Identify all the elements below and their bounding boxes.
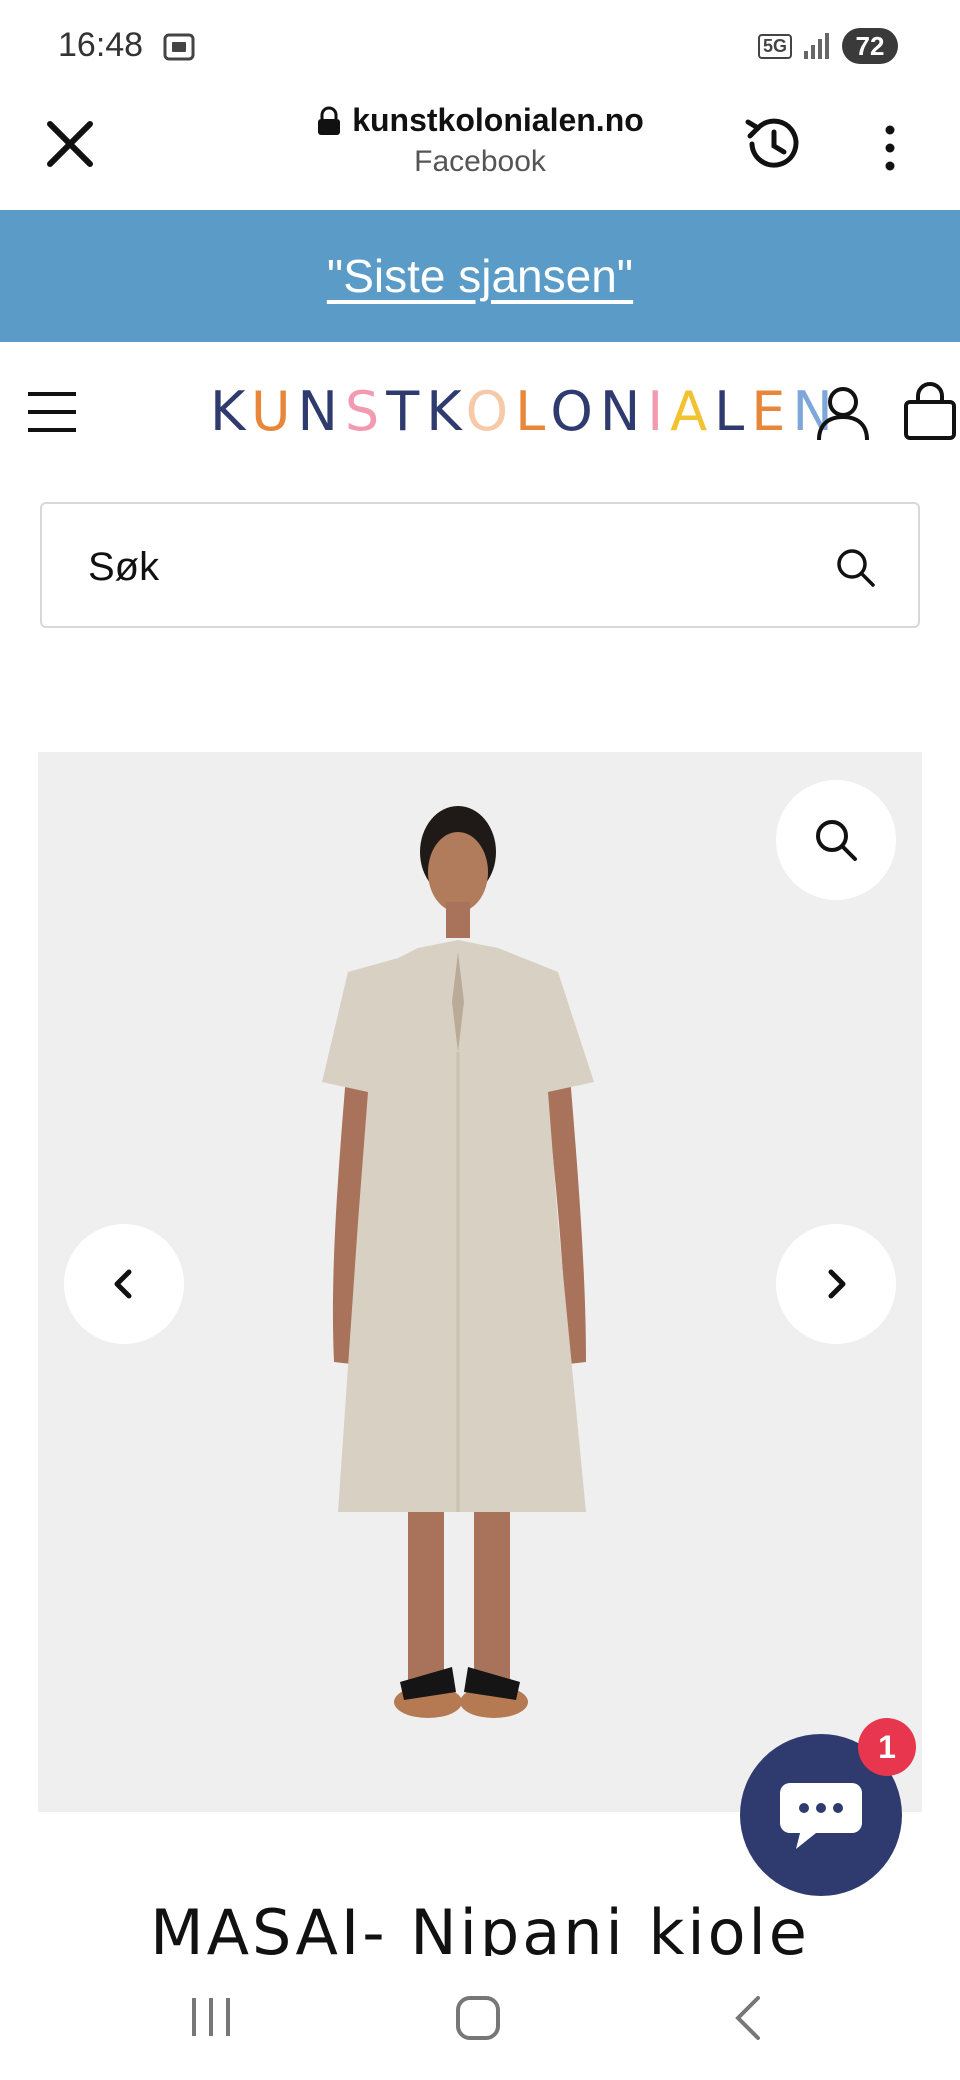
url-block[interactable]: kunstkolonialen.no Facebook [280,102,680,179]
logo-letter: U [250,380,298,443]
account-icon[interactable] [814,384,872,442]
screenshot-icon [163,33,195,61]
logo-letter: E [751,380,793,443]
status-bar: 16:48 5G 72 [0,0,960,92]
logo-letter: T [386,380,427,443]
logo-letter: S [344,380,387,443]
history-icon[interactable] [738,110,806,178]
menu-icon[interactable] [26,390,78,434]
site-header: KUNSTKOLONIALEN [0,342,960,482]
previous-image-button[interactable] [64,1224,184,1344]
search-icon[interactable] [834,546,876,588]
chevron-right-icon [828,1269,846,1299]
logo-letter: L [714,380,752,443]
site-logo[interactable]: KUNSTKOLONIALEN [210,380,840,443]
product-image-gallery[interactable] [38,752,922,1812]
status-indicators: 5G 72 [757,28,898,64]
zoom-icon [816,820,857,861]
recents-icon[interactable] [188,1994,234,2040]
search-box [40,502,920,628]
home-icon[interactable] [454,1994,502,2042]
more-vert-icon[interactable] [872,120,908,176]
logo-letter: L [515,380,551,443]
logo-letter: O [550,380,600,443]
chat-notification-badge: 1 [858,1718,916,1776]
battery-level: 72 [842,28,898,64]
network-label: 5G [757,33,792,59]
announcement-link[interactable]: "Siste sjansen" [327,249,633,303]
announcement-bar: "Siste sjansen" [0,210,960,342]
logo-letter: K [426,380,466,443]
chevron-left-icon [114,1269,132,1299]
logo-letter: N [297,380,345,443]
system-nav-bar [0,1964,960,2080]
browser-toolbar: kunstkolonialen.no Facebook [0,92,960,210]
logo-letter: N [599,380,648,443]
url-text: kunstkolonialen.no [352,102,644,138]
referrer-text: Facebook [414,145,546,178]
close-icon[interactable] [40,114,100,174]
cart-icon[interactable] [900,382,960,442]
signal-icon [804,33,829,59]
status-time: 16:48 [58,26,144,64]
back-icon[interactable] [730,1994,766,2042]
search-input[interactable] [88,540,788,594]
logo-letter: K [210,380,251,443]
logo-letter: I [647,380,671,443]
zoom-button[interactable] [776,780,896,900]
next-image-button[interactable] [776,1224,896,1344]
product-title: MASAI- Nipani kiole [150,1896,810,1956]
logo-letter: O [465,380,516,443]
lock-icon [318,106,341,135]
chat-bubble-icon [780,1783,862,1849]
logo-letter: A [670,380,715,443]
